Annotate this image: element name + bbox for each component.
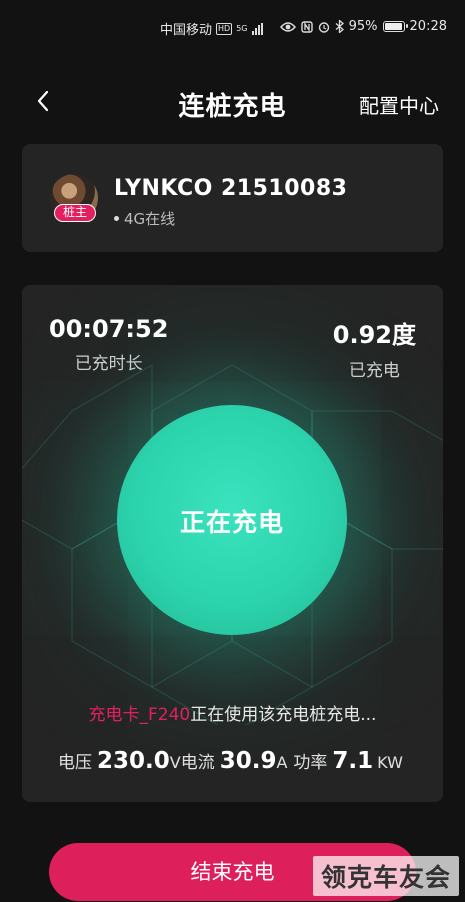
- card-name: 充电卡_F240: [88, 705, 191, 725]
- current-value: 30.9: [219, 748, 277, 774]
- charging-state-label: 正在充电: [179, 508, 284, 537]
- clock: 20:28: [409, 19, 447, 34]
- status-left: 中国移动 HD 5G: [160, 19, 263, 38]
- battery-icon: [382, 21, 408, 32]
- nfc-icon: [300, 20, 313, 33]
- battery-percent: 95%: [348, 19, 378, 34]
- status-right: 95% 20:28: [279, 19, 447, 34]
- device-status-label: 4G在线: [124, 210, 176, 228]
- voltage-unit: V: [169, 753, 181, 772]
- power-unit: KW: [377, 753, 403, 772]
- bluetooth-icon: [335, 20, 344, 33]
- alarm-icon: [318, 21, 329, 33]
- watermark-logo: 领克车友会: [312, 856, 459, 896]
- voltage-label: 电压: [58, 753, 92, 773]
- power-value: 7.1: [332, 748, 374, 774]
- device-card: 桩主 LYNKCO 21510083 4G在线: [22, 144, 443, 252]
- nav-bar: 连桩充电 配置中心: [0, 80, 465, 124]
- charging-orb: 正在充电: [117, 405, 347, 635]
- status-bar: 中国移动 HD 5G 95% 20:28: [0, 0, 465, 56]
- hd-icon: HD: [216, 22, 233, 35]
- signal-icon: [251, 22, 263, 35]
- duration-value: 00:07:52: [49, 315, 169, 343]
- card-message: 正在使用该充电桩充电...: [190, 705, 377, 725]
- power-label: 功率: [293, 753, 328, 773]
- current-unit: A: [276, 753, 288, 772]
- charging-card-message: 充电卡_F240正在使用该充电桩充电...: [22, 700, 443, 725]
- online-dot-icon: [114, 216, 119, 221]
- config-center-link[interactable]: 配置中心: [359, 90, 439, 119]
- electrical-params: 电压 230.0 V 电流 30.9 A 功率 7.1 KW: [58, 748, 427, 774]
- network-type: 5G: [236, 24, 248, 33]
- eye-icon: [279, 21, 296, 32]
- device-status: 4G在线: [114, 208, 175, 229]
- charging-card: 00:07:52 已充时长 0.92度 已充电 正在充电 充电卡_F240正在使…: [22, 285, 443, 802]
- carrier-label: 中国移动: [160, 23, 213, 38]
- current-label: 电流: [180, 753, 215, 773]
- owner-badge: 桩主: [54, 204, 96, 222]
- device-name: LYNKCO 21510083: [114, 176, 348, 201]
- voltage-value: 230.0: [97, 748, 170, 774]
